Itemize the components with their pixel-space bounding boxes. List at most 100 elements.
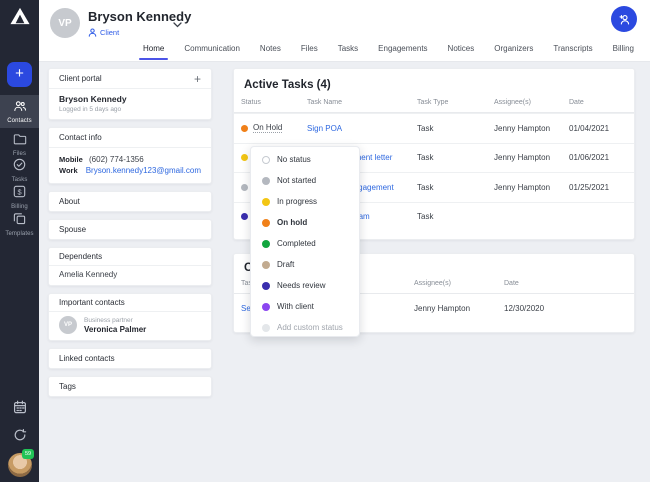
client-portal-card: Client portal + Bryson Kennedy Logged in… (48, 68, 212, 120)
section-title: About (59, 197, 80, 206)
tab-transcripts[interactable]: Transcripts (543, 39, 602, 61)
important-contact-row[interactable]: VP Business partner Veronica Palmer (49, 312, 211, 340)
task-date: 12/30/2020 (504, 304, 634, 313)
sidebar-item-label: Contacts (7, 118, 31, 124)
status-dot (262, 261, 270, 269)
status-dropdown-trigger[interactable]: On Hold (253, 123, 282, 133)
sidebar-item-contacts[interactable]: Contacts (0, 95, 39, 128)
col-assignee: Assignee(s) (494, 99, 569, 106)
menu-item-label: Not started (277, 176, 316, 185)
task-date: 01/06/2021 (569, 153, 634, 162)
menu-item-label: Completed (277, 239, 316, 248)
about-card[interactable]: About (48, 191, 212, 212)
status-dot (241, 184, 248, 191)
folder-icon (13, 132, 27, 150)
dollar-square-icon: $ (13, 185, 26, 203)
menu-item-label: Add custom status (277, 323, 343, 332)
tab-notices[interactable]: Notices (438, 39, 485, 61)
task-assignee: Jenny Hampton (414, 304, 504, 313)
menu-item-on-hold[interactable]: On hold (251, 212, 359, 233)
task-link[interactable]: Sign POA (307, 124, 342, 133)
section-title: Dependents (59, 252, 102, 261)
status-dot (241, 213, 248, 220)
timer-badge: 59 (22, 449, 34, 459)
tags-card[interactable]: Tags (48, 376, 212, 397)
task-assignee: Jenny Hampton (494, 183, 569, 192)
check-circle-icon (13, 158, 26, 176)
sidebar-item-templates[interactable]: Templates (0, 208, 39, 241)
task-assignee: Jenny Hampton (494, 124, 569, 133)
linked-contacts-card[interactable]: Linked contacts (48, 348, 212, 369)
spouse-card[interactable]: Spouse (48, 219, 212, 240)
task-assignee: Jenny Hampton (494, 153, 569, 162)
tab-tasks[interactable]: Tasks (328, 39, 368, 61)
menu-item-needs-review[interactable]: Needs review (251, 275, 359, 296)
menu-item-label: With client (277, 302, 314, 311)
add-portal-button[interactable]: + (194, 72, 201, 86)
client-tabs: Home Communication Notes Files Tasks Eng… (133, 39, 644, 61)
timer-icon[interactable] (0, 428, 39, 442)
contact-info-card: Contact info Mobile (602) 774-1356 Work … (48, 127, 212, 184)
menu-item-no-status[interactable]: No status (251, 149, 359, 170)
copy-icon (13, 212, 26, 230)
status-dot (262, 156, 270, 164)
tab-billing[interactable]: Billing (603, 39, 644, 61)
task-date: 01/25/2021 (569, 183, 634, 192)
calendar-icon[interactable] (0, 400, 39, 414)
contact-label: Work (59, 166, 80, 175)
menu-item-with-client[interactable]: With client (251, 296, 359, 317)
tab-organizers[interactable]: Organizers (484, 39, 543, 61)
menu-item-label: No status (277, 155, 311, 164)
person-icon (88, 28, 97, 37)
app-rail: + Contacts Files (0, 0, 39, 482)
tab-communication[interactable]: Communication (174, 39, 250, 61)
canopy-logo (0, 6, 39, 26)
active-tasks-header: Status Task Name Task Type Assignee(s) D… (234, 99, 634, 113)
portal-user-name: Bryson Kennedy (59, 94, 201, 104)
tab-engagements[interactable]: Engagements (368, 39, 437, 61)
section-title: Linked contacts (59, 354, 115, 363)
section-title: Client portal (59, 74, 102, 83)
task-type: Task (417, 212, 494, 221)
dependent-name[interactable]: Amelia Kennedy (59, 270, 201, 279)
contacts-icon (13, 99, 27, 117)
section-title: Spouse (59, 225, 86, 234)
status-dot (262, 177, 270, 185)
menu-item-label: In progress (277, 197, 317, 206)
contact-row-work: Work Bryson.kennedy123@gmail.com (59, 166, 201, 175)
task-type: Task (417, 183, 494, 192)
status-dot (262, 198, 270, 206)
task-type: Task (417, 153, 494, 162)
table-row: On Hold Sign POA Task Jenny Hampton 01/0… (234, 113, 634, 143)
contact-avatar: VP (59, 316, 77, 334)
col-assignee: Assignee(s) (414, 280, 504, 287)
svg-text:$: $ (17, 187, 21, 196)
active-tasks-title: Active Tasks (4) (234, 69, 634, 99)
app-window: + Contacts Files (0, 0, 650, 482)
tab-files[interactable]: Files (291, 39, 328, 61)
tab-home[interactable]: Home (133, 39, 174, 61)
status-dot (262, 282, 270, 290)
menu-item-not-started[interactable]: Not started (251, 170, 359, 191)
col-task-name: Task Name (307, 99, 417, 106)
menu-item-label: Draft (277, 260, 294, 269)
important-contacts-card: Important contacts VP Business partner V… (48, 293, 212, 341)
global-add-button[interactable]: + (7, 62, 32, 87)
tab-notes[interactable]: Notes (250, 39, 291, 61)
contact-row-mobile: Mobile (602) 774-1356 (59, 155, 201, 164)
email-link[interactable]: Bryson.kennedy123@gmail.com (86, 166, 201, 175)
menu-item-label: On hold (277, 218, 307, 227)
section-title: Contact info (59, 133, 102, 142)
menu-item-in-progress[interactable]: In progress (251, 191, 359, 212)
col-date: Date (569, 99, 634, 106)
add-user-button[interactable] (611, 6, 637, 32)
menu-item-draft[interactable]: Draft (251, 254, 359, 275)
menu-item-add-custom-status[interactable]: Add custom status (251, 317, 359, 338)
status-dot (262, 324, 270, 332)
client-type[interactable]: Client (88, 28, 119, 37)
menu-item-completed[interactable]: Completed (251, 233, 359, 254)
client-avatar: VP (50, 8, 80, 38)
phone-number: (602) 774-1356 (89, 155, 144, 164)
chevron-down-icon[interactable] (173, 15, 182, 33)
client-type-label: Client (100, 28, 119, 37)
